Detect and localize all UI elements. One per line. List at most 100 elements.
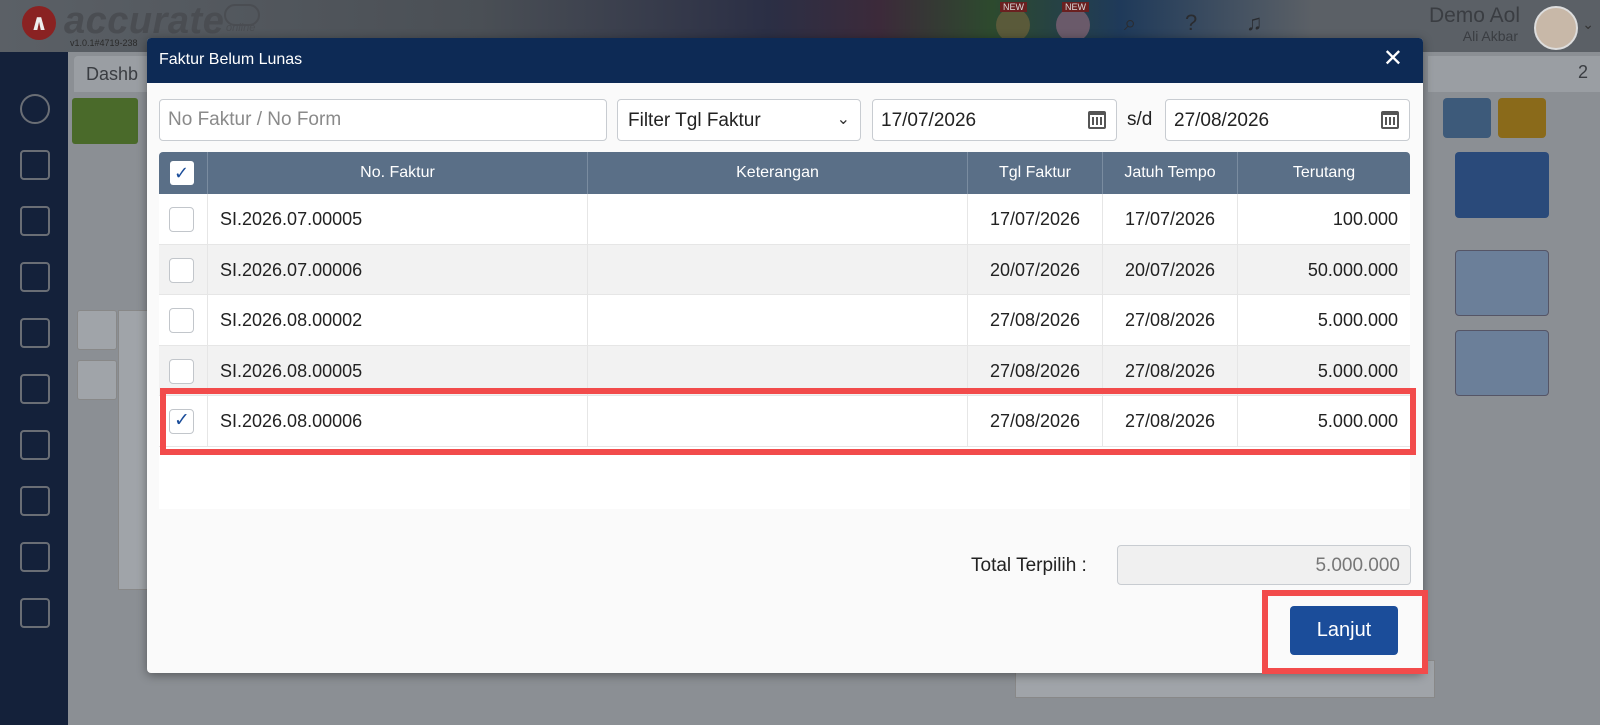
- table-row-selected[interactable]: SI.2026.08.00006 27/08/2026 27/08/2026 5…: [159, 396, 1410, 447]
- total-selected-value: 5.000.000: [1117, 545, 1411, 585]
- money-bag-icon[interactable]: [20, 318, 50, 348]
- gear-icon[interactable]: [1443, 98, 1491, 138]
- cell-keterangan: [587, 194, 967, 244]
- cell-no-faktur: SI.2026.07.00005: [207, 194, 587, 244]
- date-to-value: 27/08/2026: [1174, 110, 1270, 131]
- cell-no-faktur: SI.2026.08.00002: [207, 295, 587, 345]
- cell-jatuh-tempo: 17/07/2026: [1102, 194, 1237, 244]
- cart-icon[interactable]: [20, 374, 50, 404]
- mascot-icon[interactable]: [1056, 8, 1090, 42]
- date-from-field[interactable]: 17/07/2026: [872, 99, 1117, 141]
- col-jatuh-tempo[interactable]: Jatuh Tempo: [1102, 152, 1237, 194]
- cell-tgl-faktur: 17/07/2026: [967, 194, 1102, 244]
- col-no-faktur[interactable]: No. Faktur: [207, 152, 587, 194]
- row-checkbox[interactable]: [169, 257, 194, 283]
- cell-jatuh-tempo: 27/08/2026: [1102, 295, 1237, 345]
- row-select-cell: [159, 295, 207, 345]
- save-button[interactable]: [1455, 152, 1549, 218]
- tab-strip: [1428, 56, 1600, 92]
- attachment-button[interactable]: [1455, 330, 1549, 396]
- table-header: No. Faktur Keterangan Tgl Faktur Jatuh T…: [159, 152, 1410, 194]
- inventory-icon[interactable]: [20, 430, 50, 460]
- table-row[interactable]: SI.2026.08.00002 27/08/2026 27/08/2026 5…: [159, 295, 1410, 346]
- list-view-button[interactable]: [72, 98, 138, 144]
- tab-count[interactable]: 2: [1578, 62, 1588, 83]
- cell-jatuh-tempo: 20/07/2026: [1102, 244, 1237, 295]
- cell-tgl-faktur: 20/07/2026: [967, 244, 1102, 295]
- info-icon[interactable]: [77, 360, 117, 400]
- cell-jatuh-tempo: 27/08/2026: [1102, 396, 1237, 446]
- date-to-field[interactable]: 27/08/2026: [1165, 99, 1410, 141]
- cell-tgl-faktur: 27/08/2026: [967, 345, 1102, 396]
- row-checkbox[interactable]: [169, 358, 194, 384]
- select-all-cell: [159, 152, 207, 194]
- invoice-table: No. Faktur Keterangan Tgl Faktur Jatuh T…: [159, 152, 1410, 509]
- calendar-icon[interactable]: [1381, 111, 1399, 129]
- row-select-cell: [159, 346, 207, 396]
- settings-icon[interactable]: [20, 94, 50, 124]
- user-sub-name: Ali Akbar: [1462, 28, 1518, 44]
- cell-keterangan: [587, 244, 967, 295]
- app-logo-text: accurate: [64, 0, 225, 42]
- table-row[interactable]: SI.2026.07.00005 17/07/2026 17/07/2026 1…: [159, 194, 1410, 245]
- date-range-separator: s/d: [1127, 109, 1153, 130]
- table-empty-area: [159, 446, 1410, 509]
- cell-terutang: 50.000.000: [1237, 244, 1410, 295]
- search-input[interactable]: [159, 99, 607, 141]
- search-icon[interactable]: ⌕: [1124, 10, 1136, 36]
- dialog-header: Faktur Belum Lunas ✕: [147, 38, 1423, 83]
- bulb-icon[interactable]: [1498, 98, 1546, 138]
- report-icon[interactable]: [20, 598, 50, 628]
- help-icon[interactable]: ?: [1185, 10, 1197, 36]
- cell-tgl-faktur: 27/08/2026: [967, 396, 1102, 446]
- accurate-logo-icon: ∧: [22, 6, 56, 40]
- date-filter-select[interactable]: Filter Tgl Faktur ⌄: [617, 99, 861, 141]
- new-badge: NEW: [1000, 2, 1027, 12]
- user-name[interactable]: Demo Aol: [1429, 4, 1520, 28]
- apps-icon[interactable]: [996, 8, 1030, 42]
- row-select-cell: [159, 245, 207, 295]
- date-filter-value: Filter Tgl Faktur: [628, 110, 761, 131]
- col-terutang[interactable]: Terutang: [1237, 152, 1410, 194]
- row-checkbox[interactable]: [169, 308, 194, 333]
- cell-terutang: 100.000: [1237, 194, 1410, 244]
- total-selected-label: Total Terpilih :: [971, 555, 1087, 576]
- row-select-cell: [159, 194, 207, 244]
- avatar[interactable]: [1534, 6, 1578, 50]
- col-tgl-faktur[interactable]: Tgl Faktur: [967, 152, 1102, 194]
- cell-terutang: 5.000.000: [1237, 345, 1410, 396]
- sidebar: [0, 52, 68, 725]
- company-icon[interactable]: [20, 150, 50, 180]
- row-select-cell: [159, 396, 207, 446]
- dialog-title: Faktur Belum Lunas: [159, 51, 303, 68]
- doc-tab-icon[interactable]: [77, 310, 117, 350]
- cell-keterangan: [587, 396, 967, 446]
- row-checkbox[interactable]: [169, 207, 194, 232]
- cell-no-faktur: SI.2026.07.00006: [207, 244, 587, 295]
- cell-terutang: 5.000.000: [1237, 396, 1410, 446]
- cell-tgl-faktur: 27/08/2026: [967, 295, 1102, 345]
- tax-icon[interactable]: [20, 542, 50, 572]
- cell-keterangan: [587, 295, 967, 345]
- select-all-checkbox[interactable]: [170, 161, 194, 185]
- cell-no-faktur: SI.2026.08.00006: [207, 396, 587, 446]
- close-icon[interactable]: ✕: [1383, 46, 1403, 72]
- app-version: v1.0.1#4719-238: [70, 38, 138, 48]
- table-row[interactable]: SI.2026.08.00005 27/08/2026 27/08/2026 5…: [159, 345, 1410, 396]
- next-button[interactable]: Lanjut: [1290, 606, 1398, 655]
- assets-icon[interactable]: [20, 486, 50, 516]
- chevron-down-icon[interactable]: ⌄: [1582, 16, 1594, 33]
- cell-jatuh-tempo: 27/08/2026: [1102, 345, 1237, 396]
- bell-icon[interactable]: ♫: [1246, 10, 1263, 36]
- app-logo-sub: online: [226, 22, 256, 34]
- cell-terutang: 5.000.000: [1237, 295, 1410, 345]
- table-row[interactable]: SI.2026.07.00006 20/07/2026 20/07/2026 5…: [159, 244, 1410, 295]
- calendar-icon[interactable]: [1088, 111, 1106, 129]
- bank-icon[interactable]: [20, 262, 50, 292]
- document-button[interactable]: [1455, 250, 1549, 316]
- new-badge: NEW: [1062, 2, 1089, 12]
- date-from-value: 17/07/2026: [881, 110, 977, 131]
- row-checkbox-checked[interactable]: [169, 408, 194, 434]
- ledger-icon[interactable]: [20, 206, 50, 236]
- col-keterangan[interactable]: Keterangan: [587, 152, 967, 194]
